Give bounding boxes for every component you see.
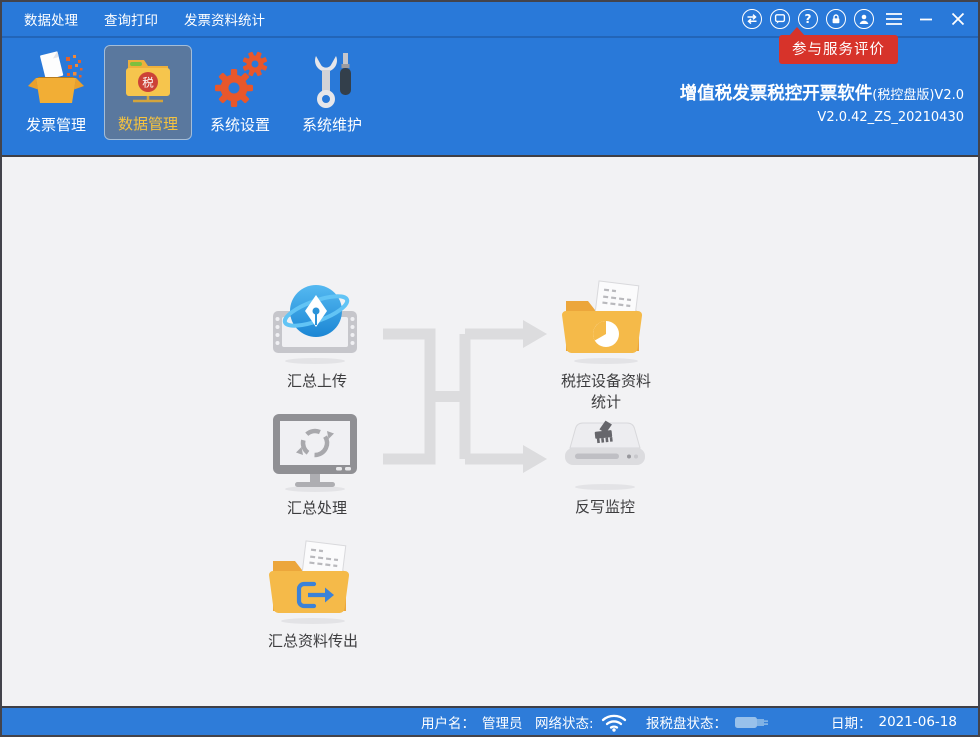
node-write-back-monitor[interactable]: 反写监控: [543, 419, 667, 518]
toolbar-button-system-maintenance[interactable]: 系统维护: [288, 45, 376, 140]
menu-item-invoice-stats[interactable]: 发票资料统计: [171, 2, 278, 36]
user-value: 管理员: [482, 712, 523, 732]
app-window: 数据处理 查询打印 发票资料统计 ?: [0, 0, 980, 737]
invoice-box-icon: [26, 45, 86, 115]
toolbar-label: 数据管理: [118, 114, 178, 134]
node-label: 汇总处理: [287, 498, 347, 519]
write-back-monitor-drive-icon: [545, 419, 665, 491]
close-icon[interactable]: [946, 7, 970, 31]
menu-icon[interactable]: [882, 7, 906, 31]
node-label: 汇总上传: [287, 371, 347, 392]
toolbar-button-system-settings[interactable]: 系统设置: [196, 45, 284, 140]
toolbar-button-invoice-management[interactable]: 发票管理: [12, 45, 100, 140]
node-summary-process[interactable]: 汇总处理: [255, 412, 379, 519]
user-icon[interactable]: [854, 9, 874, 29]
wifi-icon: [601, 712, 627, 732]
user-label: 用户名：: [421, 712, 475, 732]
node-label: 汇总资料传出: [268, 631, 358, 652]
summary-export-folder-icon: [253, 539, 373, 625]
gears-icon: [210, 45, 270, 115]
menu-item-data-processing[interactable]: 数据处理: [11, 2, 91, 36]
titlebar-actions: ?: [742, 2, 970, 36]
tax-stamp-character: 税: [142, 76, 154, 90]
help-icon[interactable]: ?: [798, 9, 818, 29]
tax-device-stats-folder-icon: [546, 279, 666, 365]
status-user: 用户名： 管理员: [421, 708, 523, 735]
menu-item-query-print[interactable]: 查询打印: [91, 2, 171, 36]
tax-disk-label: 报税盘状态：: [646, 712, 727, 732]
app-title: 增值税发票税控开票软件(税控盘版)V2.0 V2.0.42_ZS_2021043…: [680, 80, 964, 125]
data-folder-icon: 税: [118, 46, 178, 114]
date-value: 2021-06-18: [879, 714, 957, 730]
swap-icon[interactable]: [742, 9, 762, 29]
status-network: 网络状态:: [535, 708, 627, 735]
tax-disk-icon: [734, 713, 770, 731]
status-date: 日期： 2021-06-18: [831, 708, 957, 735]
node-label: 税控设备资料统计: [557, 371, 655, 413]
summary-process-monitor-icon: [257, 412, 377, 492]
toolbar-button-data-management[interactable]: 税 数据管理: [104, 45, 192, 140]
status-bar: 用户名： 管理员 网络状态: 报税盘状态： 日期： 2021-06-18: [2, 706, 978, 735]
node-summary-upload[interactable]: 汇总上传: [255, 281, 379, 392]
app-title-version: V2.0.42_ZS_20210430: [680, 110, 964, 125]
toolbar-label: 系统维护: [302, 115, 362, 135]
minimize-icon[interactable]: [914, 7, 938, 31]
flow-arrows-graphic: [375, 312, 555, 492]
status-tax-disk: 报税盘状态：: [646, 708, 770, 735]
node-label: 反写监控: [575, 497, 635, 518]
feedback-comment-icon[interactable]: [770, 9, 790, 29]
date-label: 日期：: [831, 712, 872, 732]
service-rating-badge[interactable]: 参与服务评价: [779, 35, 898, 64]
main-content: 汇总上传 税控设备资料统计: [2, 157, 978, 706]
lock-icon[interactable]: [826, 9, 846, 29]
toolbar-label: 发票管理: [26, 115, 86, 135]
app-title-main: 增值税发票税控开票软件(税控盘版)V2.0: [680, 80, 964, 105]
toolbar-label: 系统设置: [210, 115, 270, 135]
network-label: 网络状态:: [535, 712, 594, 732]
summary-upload-icon: [257, 281, 377, 365]
menu-bar: 数据处理 查询打印 发票资料统计 ?: [2, 2, 978, 38]
node-tax-device-stats[interactable]: 税控设备资料统计: [542, 279, 670, 413]
node-summary-export[interactable]: 汇总资料传出: [243, 539, 383, 652]
tools-icon: [302, 45, 362, 115]
